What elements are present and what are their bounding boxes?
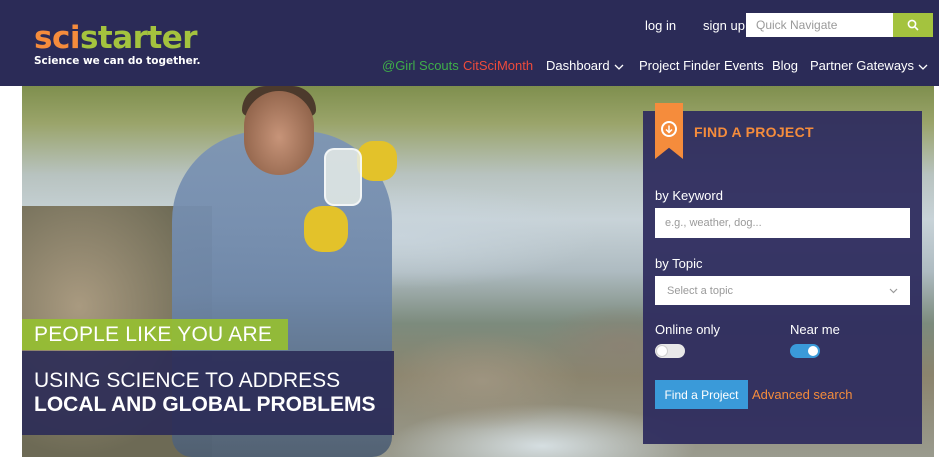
keyword-input[interactable] <box>655 208 910 238</box>
advanced-search-link[interactable]: Advanced search <box>752 387 852 402</box>
nav-girl-scouts[interactable]: @Girl Scouts <box>382 58 459 73</box>
chevron-down-icon <box>614 64 624 70</box>
topic-label: by Topic <box>655 256 703 271</box>
toggle-knob <box>657 346 667 356</box>
chevron-down-icon <box>918 64 928 70</box>
search-icon <box>907 19 919 31</box>
find-project-title: FIND A PROJECT <box>694 124 814 140</box>
chevron-down-icon <box>889 288 898 293</box>
nav-dashboard[interactable]: Dashboard <box>546 58 624 73</box>
find-project-button[interactable]: Find a Project <box>655 380 748 409</box>
online-only-label: Online only <box>655 322 721 337</box>
nav-events[interactable]: Events <box>724 58 764 73</box>
topic-select[interactable]: Select a topic <box>655 276 910 305</box>
near-me-toggle[interactable] <box>790 344 820 358</box>
hero-headline-primary: PEOPLE LIKE YOU ARE <box>22 319 289 350</box>
login-link[interactable]: log in <box>645 18 676 33</box>
site-header: scistarter Science we can do together. l… <box>0 0 939 86</box>
hero-glove <box>357 141 397 181</box>
nav-blog[interactable]: Blog <box>772 58 798 73</box>
keyword-label: by Keyword <box>655 188 723 203</box>
online-only-toggle[interactable] <box>655 344 685 358</box>
hero-headline-line-bold: LOCAL AND GLOBAL PROBLEMS <box>34 393 376 416</box>
arrow-down-circle-icon <box>661 121 677 137</box>
signup-link[interactable]: sign up <box>703 18 745 33</box>
hero-glove <box>304 206 348 252</box>
logo-tagline: Science we can do together. <box>34 55 201 67</box>
toggle-knob <box>808 346 818 356</box>
quick-navigate-input[interactable] <box>746 13 893 37</box>
hero-sample-jar <box>324 148 362 206</box>
hero-headline-secondary: USING SCIENCE TO ADDRESS LOCAL AND GLOBA… <box>22 351 394 435</box>
near-me-label: Near me <box>790 322 840 337</box>
hero-person-head <box>244 91 314 175</box>
hero-headline-line: USING SCIENCE TO ADDRESS <box>34 369 341 392</box>
nav-citscimonth[interactable]: CitSciMonth <box>463 58 533 73</box>
nav-project-finder[interactable]: Project Finder <box>639 58 720 73</box>
logo-wordmark: scistarter <box>34 20 198 56</box>
search-button[interactable] <box>893 13 933 37</box>
topic-select-value: Select a topic <box>667 284 734 297</box>
nav-partner-gateways[interactable]: Partner Gateways <box>810 58 928 73</box>
site-logo[interactable]: scistarter Science we can do together. <box>34 22 200 67</box>
